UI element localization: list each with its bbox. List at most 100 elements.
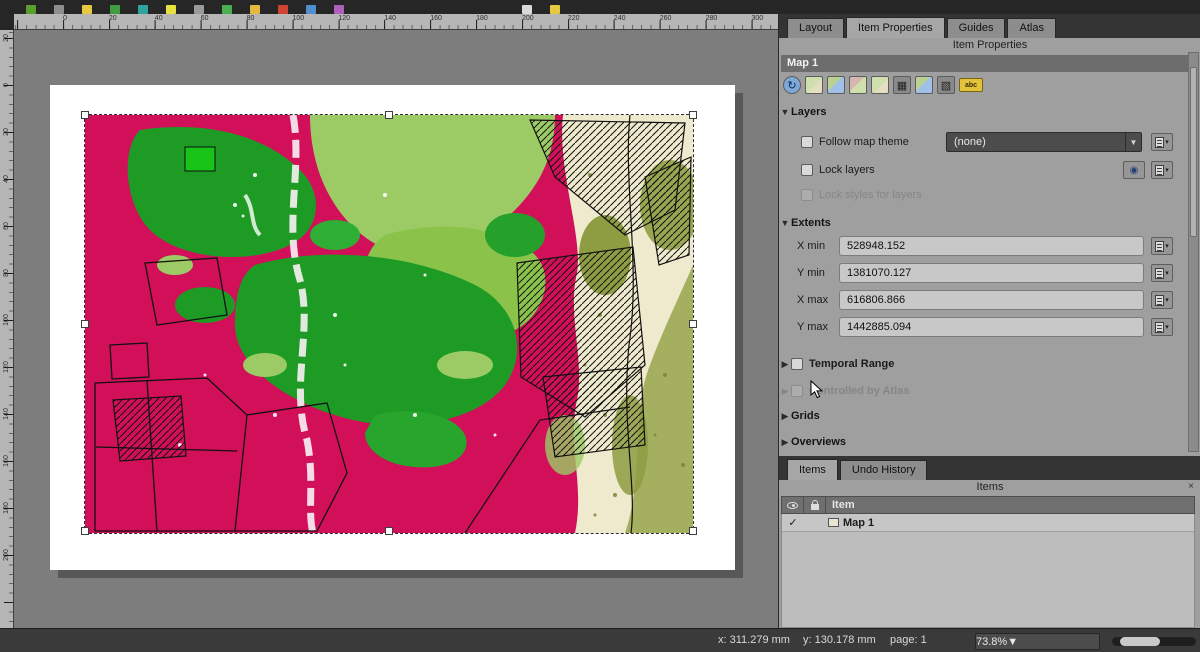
toolbar-icon[interactable]	[26, 5, 36, 14]
toolbar-icon[interactable]	[54, 5, 64, 14]
section-controlled-by-atlas: ▶ Controlled by Atlas	[779, 381, 1200, 401]
section-overviews[interactable]: ▶ Overviews	[779, 432, 1200, 452]
toolbar-icon[interactable]	[110, 5, 120, 14]
toolbar-icon[interactable]	[82, 5, 92, 14]
map-item[interactable]	[85, 115, 693, 533]
grids-label: Grids	[791, 410, 820, 422]
xmax-input[interactable]: 616806.866	[839, 290, 1144, 310]
ruler-tick-label: 240	[614, 15, 626, 22]
zoom-slider-handle[interactable]	[1120, 637, 1160, 646]
ymin-input[interactable]: 1381070.127	[839, 263, 1144, 283]
scale-badge-icon[interactable]: abc	[959, 78, 983, 92]
toolbar-icon[interactable]	[550, 5, 560, 14]
toolbar-icon[interactable]	[522, 5, 532, 14]
cursor-x-readout: x: 311.279 mm	[718, 634, 790, 646]
toolbar-icon[interactable]	[166, 5, 176, 14]
lock-styles-row: Lock styles for layers	[779, 185, 1200, 205]
ruler-tick-label: 200	[522, 15, 534, 22]
item-column-header: Item	[826, 499, 855, 511]
set-scale-to-canvas-icon[interactable]	[871, 76, 889, 94]
map-toolbar: ↻ ▦ ▧ abc	[783, 76, 983, 94]
tab-item-properties[interactable]: Item Properties	[846, 17, 945, 38]
labeling-settings-icon[interactable]	[915, 76, 933, 94]
chevron-down-icon: ▼	[1007, 636, 1018, 648]
follow-map-theme-checkbox[interactable]	[801, 136, 813, 148]
toolbar-icon[interactable]	[250, 5, 260, 14]
controlled-by-atlas-label: Controlled by Atlas	[809, 385, 909, 397]
ymax-input[interactable]: 1442885.094	[839, 317, 1144, 337]
edit-extent-icon[interactable]	[805, 76, 823, 94]
theme-override-button[interactable]: ▾	[1151, 133, 1173, 151]
xmin-label: X min	[797, 240, 825, 252]
ruler-tick-label: 280	[706, 15, 718, 22]
xmin-override-button[interactable]: ▾	[1151, 237, 1173, 255]
ruler-tick-label: 0	[63, 15, 67, 22]
ruler-tick-label: 160	[430, 15, 442, 22]
lock-styles-label: Lock styles for layers	[819, 189, 922, 201]
section-grids[interactable]: ▶ Grids	[779, 406, 1200, 426]
ymin-override-button[interactable]: ▾	[1151, 264, 1173, 282]
expression-icon	[1155, 165, 1164, 176]
temporal-range-checkbox[interactable]	[791, 358, 803, 370]
zoom-slider[interactable]	[1112, 637, 1196, 646]
xmin-input[interactable]: 528948.152	[839, 236, 1144, 256]
lock-layers-checkbox[interactable]	[801, 164, 813, 176]
resize-handle[interactable]	[689, 320, 697, 328]
xmax-override-button[interactable]: ▾	[1151, 291, 1173, 309]
toolbar-icon[interactable]	[222, 5, 232, 14]
visibility-check[interactable]: ✓	[782, 516, 804, 529]
view-extent-in-canvas-icon[interactable]	[849, 76, 867, 94]
lock-styles-checkbox	[801, 189, 813, 201]
set-from-theme-button[interactable]: ◉	[1123, 161, 1145, 179]
resize-handle[interactable]	[81, 320, 89, 328]
items-list[interactable]: ✓ Map 1	[781, 514, 1195, 628]
section-layers[interactable]: ▼ Layers	[779, 102, 1200, 122]
layout-canvas[interactable]	[14, 30, 778, 628]
chevron-down-icon: ▾	[1165, 242, 1169, 250]
ruler-tick-label: 100	[293, 15, 305, 22]
panel-scrollbar[interactable]	[1188, 52, 1199, 452]
items-panel-close-icon[interactable]: ×	[1188, 481, 1194, 492]
section-extents[interactable]: ▼ Extents	[779, 213, 1200, 233]
scrollbar-thumb[interactable]	[1190, 67, 1197, 237]
map-raster-preview	[85, 115, 693, 533]
dock-tabbar: Layout Item Properties Guides Atlas	[779, 14, 1200, 38]
toolbar-icon[interactable]	[278, 5, 288, 14]
ymin-label: Y min	[797, 267, 825, 279]
tab-atlas[interactable]: Atlas	[1007, 18, 1055, 38]
toolbar-icon[interactable]	[194, 5, 204, 14]
expression-icon	[1155, 137, 1164, 148]
expand-caret-icon: ▶	[779, 437, 791, 448]
toolbar-icon[interactable]	[306, 5, 316, 14]
lock-layers-override-button[interactable]: ▾	[1151, 161, 1173, 179]
zoom-level-value: 73.8%	[976, 636, 1007, 648]
section-temporal-range[interactable]: ▶ Temporal Range	[779, 354, 1200, 374]
update-map-preview-icon[interactable]: ↻	[783, 76, 801, 94]
tab-layout[interactable]: Layout	[787, 18, 844, 38]
ruler-horizontal: 0204060801001201401601802002202402602803…	[14, 14, 778, 30]
selected-item-header: Map 1	[781, 55, 1188, 72]
collapse-caret-icon: ▼	[779, 218, 791, 228]
toolbar-icon[interactable]	[334, 5, 344, 14]
resize-handle[interactable]	[689, 111, 697, 119]
resize-handle[interactable]	[81, 527, 89, 535]
view-scale-in-canvas-icon[interactable]: ▦	[893, 76, 911, 94]
map-theme-dropdown[interactable]: (none) ▼	[946, 132, 1142, 152]
lock-icon	[811, 504, 819, 510]
zoom-level-dropdown[interactable]: 73.8% ▼	[975, 633, 1100, 650]
clipping-settings-icon[interactable]: ▧	[937, 76, 955, 94]
resize-handle[interactable]	[385, 111, 393, 119]
resize-handle[interactable]	[385, 527, 393, 535]
tab-items[interactable]: Items	[787, 459, 838, 480]
ymax-override-button[interactable]: ▾	[1151, 318, 1173, 336]
toolbar-icon[interactable]	[138, 5, 148, 14]
resize-handle[interactable]	[81, 111, 89, 119]
chevron-down-icon: ▾	[1165, 296, 1169, 304]
set-extent-to-canvas-icon[interactable]	[827, 76, 845, 94]
items-row-map1[interactable]: ✓ Map 1	[782, 514, 1194, 532]
tab-undo-history[interactable]: Undo History	[840, 460, 928, 480]
chevron-down-icon: ▾	[1165, 323, 1169, 331]
tab-guides[interactable]: Guides	[947, 18, 1006, 38]
layout-page[interactable]	[50, 85, 735, 570]
resize-handle[interactable]	[689, 527, 697, 535]
